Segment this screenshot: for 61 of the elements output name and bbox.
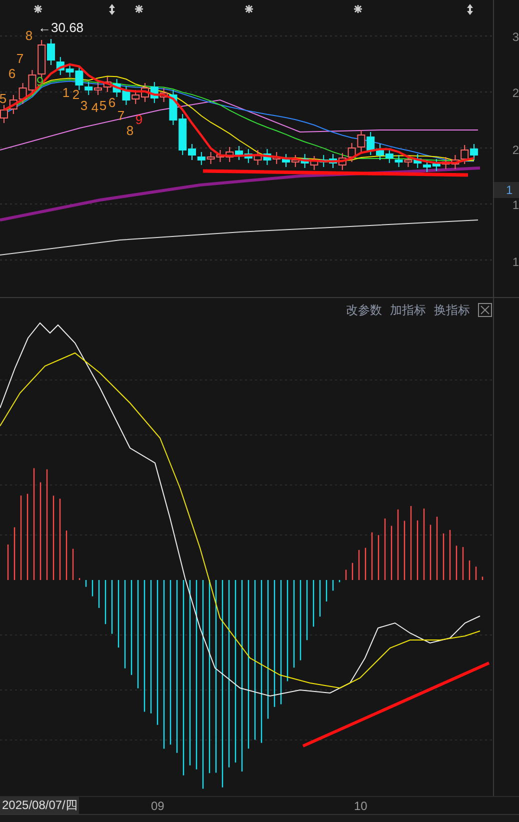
candlestick xyxy=(451,154,460,170)
candlestick xyxy=(432,158,440,172)
star-marker-icon xyxy=(34,5,42,13)
candlestick xyxy=(112,78,121,98)
candlestick xyxy=(300,154,309,168)
candlestick xyxy=(103,76,112,92)
star-marker-icon xyxy=(354,5,362,13)
candlestick xyxy=(394,154,403,168)
candlestick xyxy=(320,154,328,168)
star-marker-icon xyxy=(245,5,253,13)
candlestick xyxy=(291,154,300,168)
price-axis-label: 2 xyxy=(511,142,519,158)
star-marker-icon xyxy=(135,5,143,13)
sequence-number: 2 xyxy=(72,87,80,102)
cursor-date: 2025/08/07/四 xyxy=(0,797,80,814)
sequence-number: 9 xyxy=(135,112,143,127)
candlestick xyxy=(122,86,130,106)
month-label: 10 xyxy=(354,798,368,814)
high-price-label: ←30.68 xyxy=(38,20,84,35)
candlestick xyxy=(9,94,18,114)
candlestick xyxy=(56,56,64,76)
price-axis-label: 1 xyxy=(511,254,519,270)
sequence-number: 6 xyxy=(8,66,16,81)
candlestick xyxy=(272,152,281,164)
price-axis-label: 1 xyxy=(494,182,519,198)
month-label: 09 xyxy=(151,798,164,814)
sequence-number: 8 xyxy=(126,123,134,138)
candlestick xyxy=(338,152,346,170)
indicator-toolbar-button[interactable]: 换指标 xyxy=(434,302,470,318)
candlestick xyxy=(254,150,262,166)
candlestick xyxy=(357,130,366,152)
price-axis-label: 3 xyxy=(511,29,519,45)
indicator-toolbar-button[interactable]: 改参数 xyxy=(346,302,382,318)
price-axis-label: 2 xyxy=(511,85,519,101)
sequence-number: 7 xyxy=(16,51,24,66)
sequence-number: 8 xyxy=(25,28,33,43)
candlestick xyxy=(244,148,252,164)
candlestick xyxy=(414,154,422,168)
sequence-number: 6 xyxy=(108,95,116,110)
candlestick xyxy=(460,144,469,164)
sequence-number: 1 xyxy=(62,85,70,100)
candlestick xyxy=(216,150,224,162)
candlestick xyxy=(310,156,318,170)
close-icon[interactable] xyxy=(478,303,492,317)
sequence-number: 5 xyxy=(99,98,107,113)
indicator-toolbar-button[interactable]: 加指标 xyxy=(390,302,426,318)
sequence-number: 3 xyxy=(80,98,88,113)
candlestick xyxy=(206,152,215,164)
price-axis-label: 1 xyxy=(511,197,519,213)
candlestick xyxy=(366,132,375,156)
candlestick xyxy=(404,154,412,168)
sequence-number: 4 xyxy=(91,100,99,115)
candlestick xyxy=(132,90,140,104)
candlestick xyxy=(18,82,27,104)
candlestick xyxy=(197,152,206,166)
sequence-number: 5 xyxy=(0,91,7,106)
candlestick xyxy=(226,146,234,162)
candlestick xyxy=(442,156,450,170)
candlestick xyxy=(385,148,394,164)
candlestick xyxy=(263,148,272,166)
candlestick xyxy=(348,142,356,162)
